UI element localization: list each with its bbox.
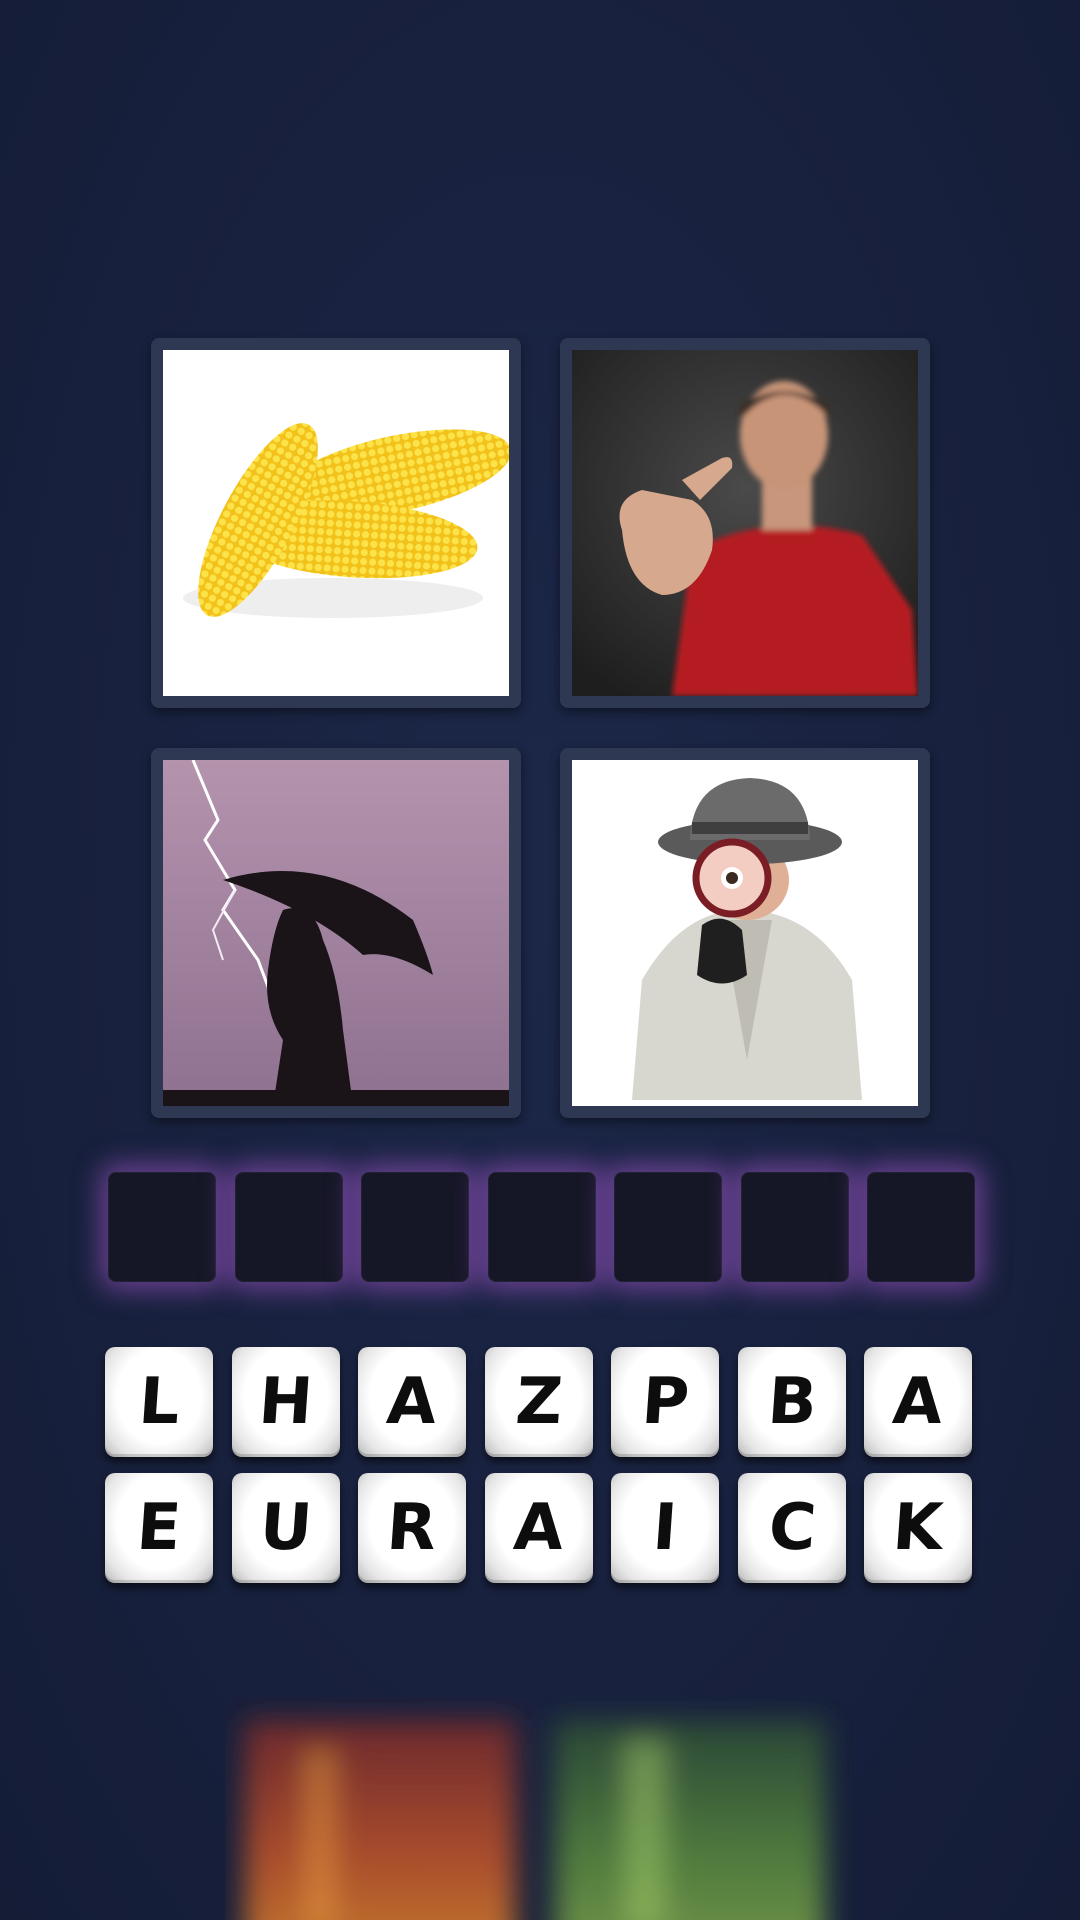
letter-tile[interactable]: C bbox=[738, 1473, 846, 1583]
letter-tile-label: C bbox=[765, 1491, 819, 1565]
letter-tile-label: E bbox=[134, 1491, 184, 1565]
letter-tile[interactable]: A bbox=[485, 1473, 593, 1583]
letter-tile-label: L bbox=[136, 1365, 182, 1439]
letter-tile[interactable]: P bbox=[611, 1347, 719, 1457]
letter-tile-label: K bbox=[890, 1491, 946, 1565]
answer-slot[interactable] bbox=[614, 1172, 722, 1282]
letter-tile[interactable]: L bbox=[105, 1347, 213, 1457]
picture-pointing-man[interactable] bbox=[560, 338, 930, 708]
letter-tile[interactable]: R bbox=[358, 1473, 466, 1583]
letter-tile[interactable]: K bbox=[864, 1473, 972, 1583]
letter-tile-label: I bbox=[650, 1491, 680, 1565]
pointing-man-image bbox=[572, 350, 918, 696]
blurred-banner-graphic bbox=[245, 1720, 825, 1920]
letter-tile-label: R bbox=[384, 1491, 440, 1565]
picture-detective[interactable] bbox=[560, 748, 930, 1118]
letter-tile-label: B bbox=[765, 1365, 819, 1439]
letter-tile[interactable]: U bbox=[232, 1473, 340, 1583]
letter-tile-label: Z bbox=[513, 1365, 565, 1439]
letter-tile[interactable]: A bbox=[358, 1347, 466, 1457]
letter-tile-label: A bbox=[384, 1365, 440, 1439]
letter-tile[interactable]: A bbox=[864, 1347, 972, 1457]
answer-slot[interactable] bbox=[235, 1172, 343, 1282]
letter-tile[interactable]: E bbox=[105, 1473, 213, 1583]
letter-tile-label: H bbox=[256, 1365, 316, 1439]
answer-slot[interactable] bbox=[867, 1172, 975, 1282]
umbrella-lightning-image bbox=[163, 760, 509, 1106]
letter-tile[interactable]: H bbox=[232, 1347, 340, 1457]
letter-tile-label: P bbox=[638, 1365, 692, 1439]
letter-tile-label: U bbox=[257, 1491, 315, 1565]
letter-tile[interactable]: Z bbox=[485, 1347, 593, 1457]
answer-slot[interactable] bbox=[741, 1172, 849, 1282]
answer-slot[interactable] bbox=[361, 1172, 469, 1282]
corn-image bbox=[163, 350, 509, 696]
blurred-banner bbox=[225, 1690, 865, 1920]
picture-corn[interactable] bbox=[151, 338, 521, 708]
letter-tile-label: A bbox=[890, 1365, 946, 1439]
letter-tile[interactable]: B bbox=[738, 1347, 846, 1457]
letter-tile-label: A bbox=[511, 1491, 567, 1565]
letter-tile[interactable]: I bbox=[611, 1473, 719, 1583]
answer-slots bbox=[108, 1172, 978, 1282]
picture-umbrella-lightning[interactable] bbox=[151, 748, 521, 1118]
answer-slot[interactable] bbox=[488, 1172, 596, 1282]
answer-slot[interactable] bbox=[108, 1172, 216, 1282]
detective-image bbox=[572, 760, 918, 1106]
